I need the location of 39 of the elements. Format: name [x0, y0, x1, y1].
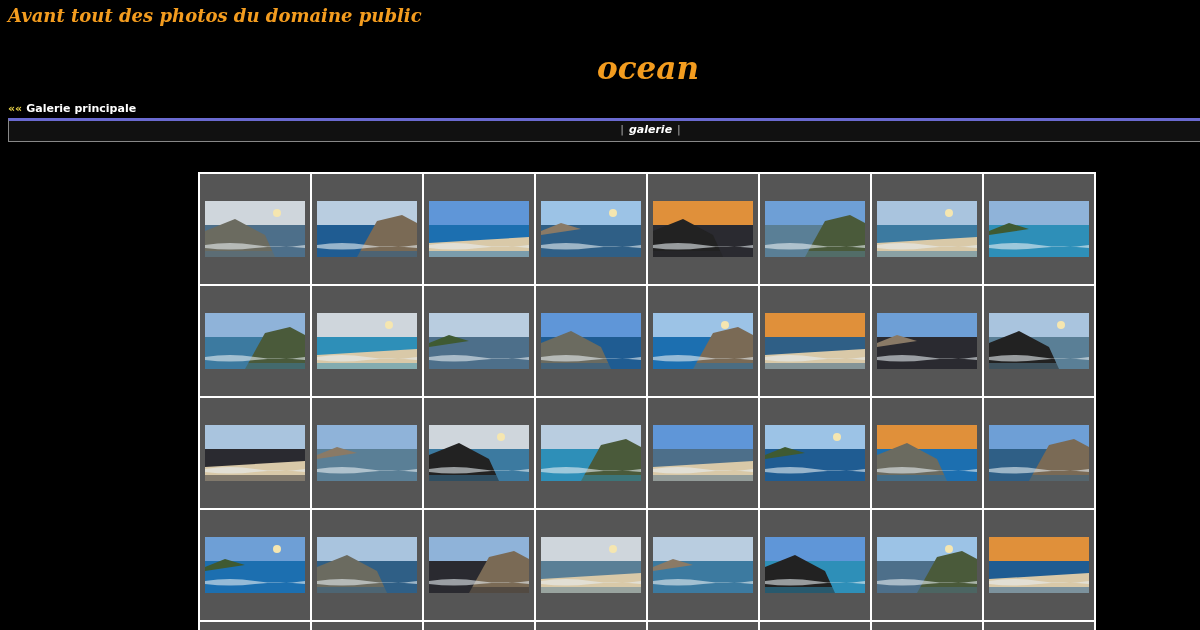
thumbnail-cell[interactable] — [312, 173, 424, 286]
thumbnail-cell[interactable] — [424, 173, 536, 286]
thumbnail-cell[interactable] — [312, 509, 424, 622]
thumbnail-cell[interactable] — [648, 397, 760, 510]
thumbnail-cell[interactable] — [312, 285, 424, 398]
thumbnail-cell[interactable] — [200, 173, 312, 286]
thumbnail-cell[interactable] — [536, 397, 648, 510]
thumbnail-cell[interactable] — [872, 509, 984, 622]
thumbnail-cell[interactable] — [312, 397, 424, 510]
page-heading: ocean — [597, 50, 699, 86]
thumbnail-cell[interactable] — [872, 173, 984, 286]
thumbnail-cell[interactable] — [984, 285, 1096, 398]
back-arrows: «« — [8, 101, 23, 116]
thumbnail-cell[interactable] — [984, 397, 1096, 510]
thumbnail-cell[interactable] — [536, 173, 648, 286]
gallery-link[interactable]: Galerie principale — [26, 101, 137, 116]
thumbnail-cell[interactable] — [536, 285, 648, 398]
thumbnail-cell[interactable] — [200, 397, 312, 510]
thumbnail-cell[interactable] — [200, 509, 312, 622]
thumbnail-cell[interactable] — [872, 285, 984, 398]
thumbnail-cell[interactable] — [200, 285, 312, 398]
thumbnail-cell[interactable] — [984, 173, 1096, 286]
thumbnail-cell[interactable] — [424, 397, 536, 510]
thumbnail-cell[interactable] — [872, 397, 984, 510]
thumbnail-cell[interactable] — [424, 285, 536, 398]
thumbnail-cell[interactable] — [648, 173, 760, 286]
thumbnail-cell[interactable] — [648, 285, 760, 398]
thumbnail-cell[interactable] — [984, 509, 1096, 622]
thumbnail-cell[interactable] — [424, 509, 536, 622]
site-title: Avant tout des photos du domaine public — [8, 5, 422, 26]
thumbnail-cell[interactable] — [648, 509, 760, 622]
thumbnail-cell[interactable] — [760, 173, 872, 286]
thumbnail-cell[interactable] — [760, 285, 872, 398]
nav-separator: | — [677, 122, 681, 139]
thumbnail-cell[interactable] — [760, 509, 872, 622]
nav-link[interactable]: galerie — [628, 122, 673, 139]
nav-separator: | — [620, 122, 624, 139]
thumbnail-cell[interactable] — [536, 509, 648, 622]
thumbnail-cell[interactable] — [760, 397, 872, 510]
